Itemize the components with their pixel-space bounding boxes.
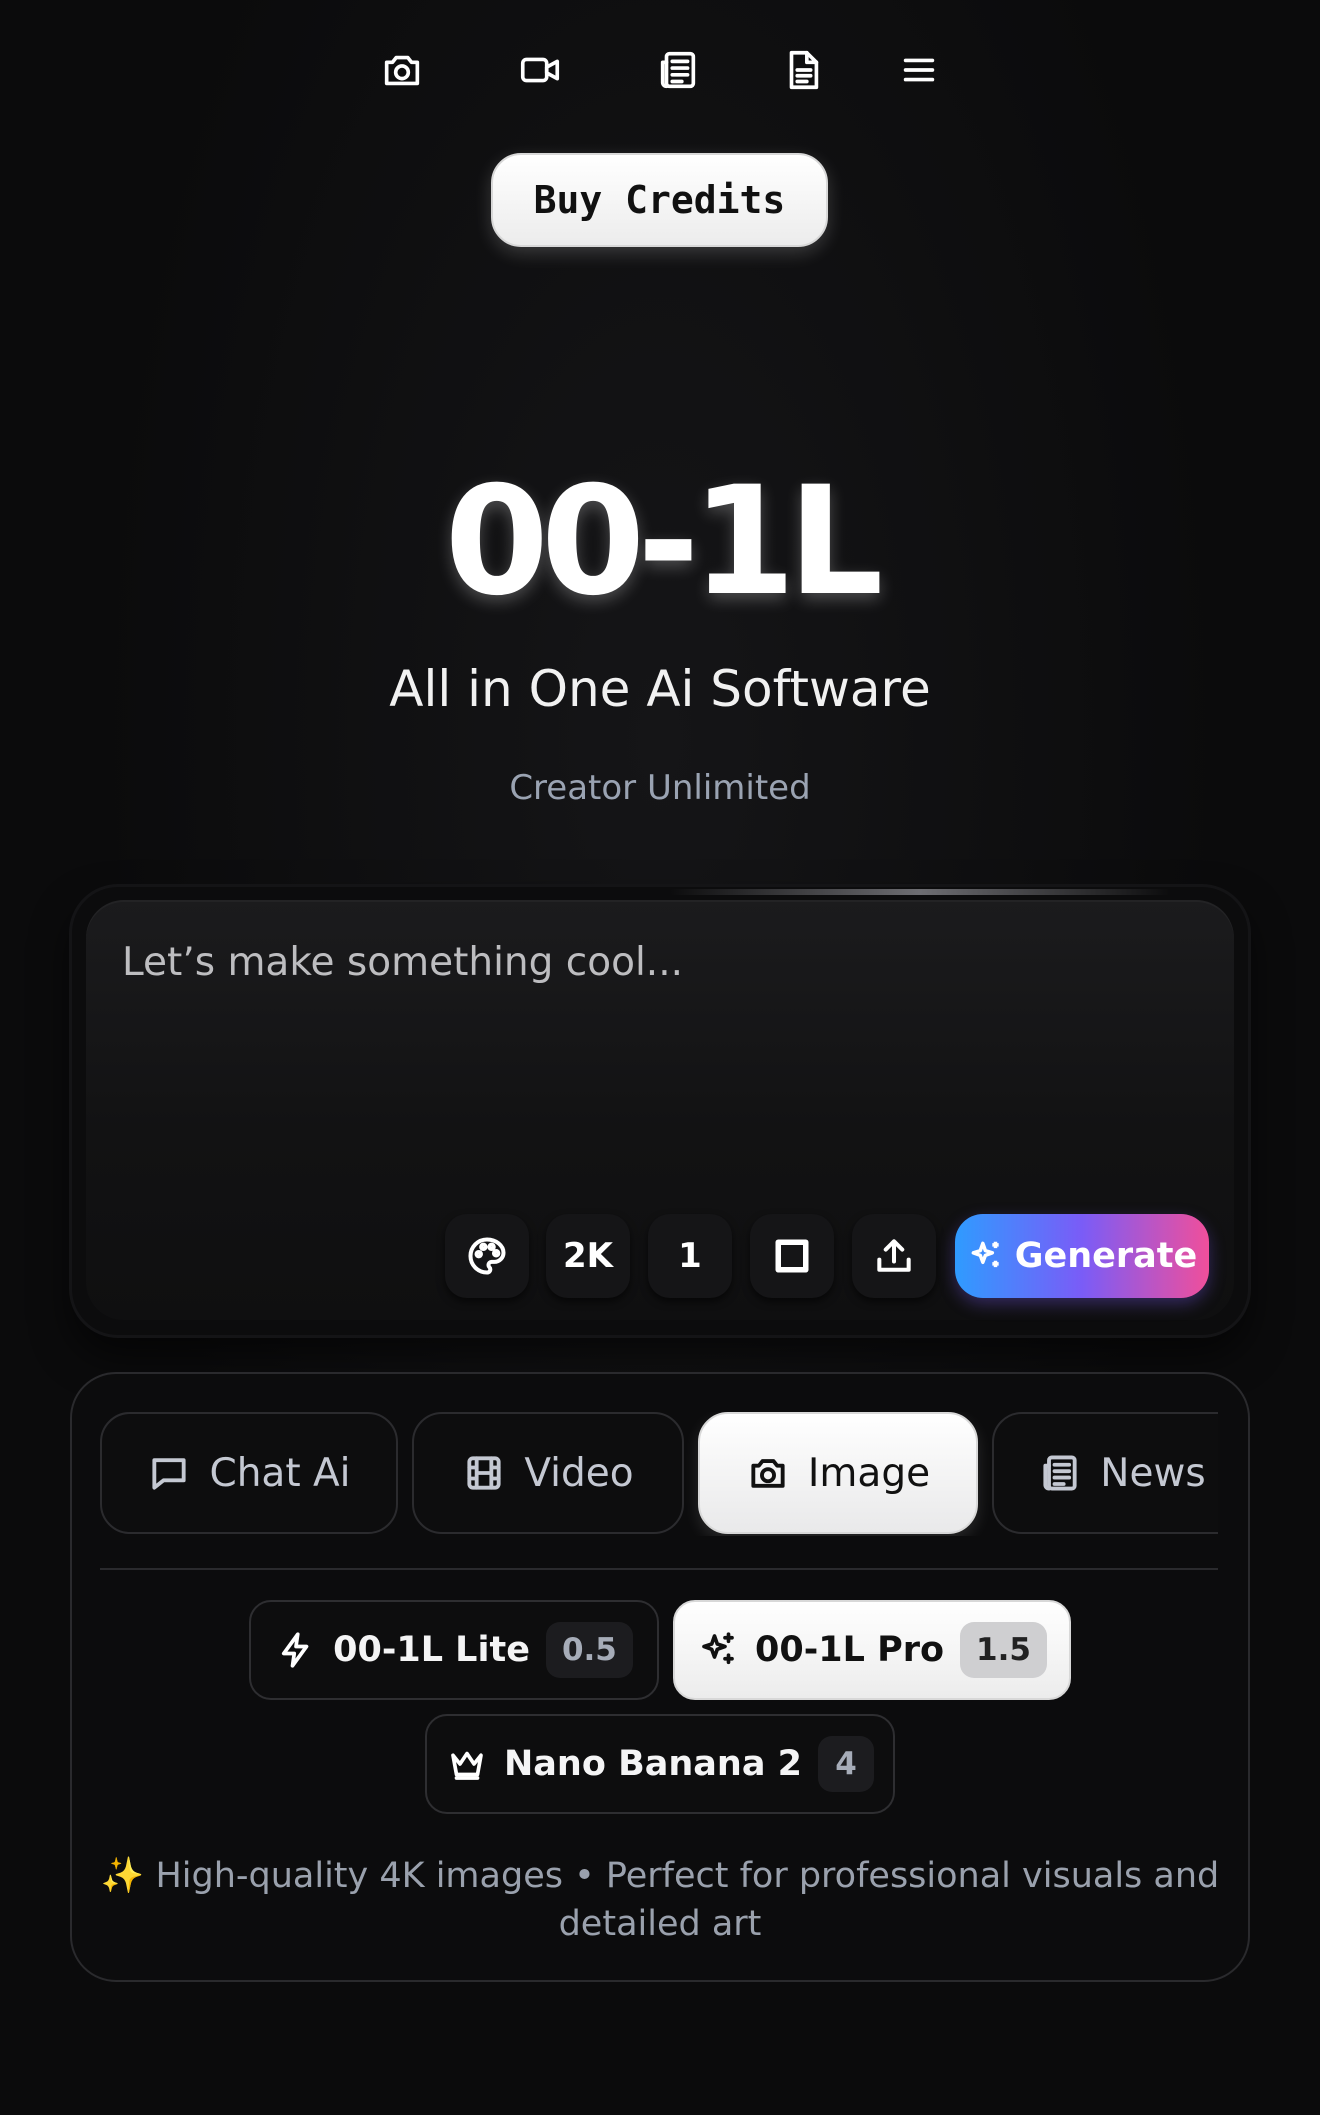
tab-label: News <box>1100 1450 1206 1496</box>
prompt-input[interactable] <box>122 932 1122 992</box>
crown-icon <box>446 1743 488 1785</box>
bolt-icon <box>275 1629 317 1671</box>
panel-divider <box>100 1568 1218 1570</box>
model-nano-banana-button[interactable]: Nano Banana 2 4 <box>425 1714 895 1814</box>
upload-icon <box>872 1234 916 1278</box>
plan-tagline: Creator Unlimited <box>509 768 811 808</box>
model-label: 00-1L Pro <box>755 1630 945 1670</box>
newspaper-icon <box>1038 1451 1082 1495</box>
film-icon <box>462 1451 506 1495</box>
generate-button[interactable]: Generate <box>955 1214 1209 1298</box>
tab-label: Chat Ai <box>209 1450 351 1496</box>
aspect-ratio-button[interactable] <box>750 1214 834 1298</box>
prompt-glow <box>670 889 1170 895</box>
document-icon[interactable] <box>773 40 833 100</box>
model-lite-button[interactable]: 00-1L Lite 0.5 <box>249 1600 659 1700</box>
generate-label: Generate <box>1014 1236 1198 1276</box>
sparkle-icon <box>967 1237 1005 1275</box>
model-label: Nano Banana 2 <box>504 1744 802 1784</box>
tab-image[interactable]: Image <box>698 1412 978 1534</box>
app-subtitle: All in One Ai Software <box>389 660 931 718</box>
credit-cost-badge: 0.5 <box>545 1622 633 1678</box>
tab-label: Video <box>524 1450 634 1496</box>
resolution-button[interactable]: 2K <box>546 1214 630 1298</box>
video-icon[interactable] <box>510 40 570 100</box>
mode-tabs: Chat Ai Video Image News <box>100 1412 1218 1536</box>
square-icon <box>770 1234 814 1278</box>
image-count-button[interactable]: 1 <box>648 1214 732 1298</box>
buy-credits-button[interactable]: Buy Credits <box>491 153 828 247</box>
style-button[interactable] <box>445 1214 529 1298</box>
tab-label: Image <box>807 1450 931 1496</box>
camera-icon[interactable] <box>372 40 432 100</box>
palette-icon <box>465 1234 509 1278</box>
model-label: 00-1L Lite <box>333 1630 530 1670</box>
sparkle-icon <box>697 1629 739 1671</box>
tab-news[interactable]: News <box>992 1412 1218 1534</box>
newspaper-icon[interactable] <box>648 40 708 100</box>
model-description: ✨ High-quality 4K images • Perfect for p… <box>100 1856 1220 1944</box>
top-nav <box>0 40 1320 100</box>
app-title: 00-1L <box>444 455 884 629</box>
tab-chat-ai[interactable]: Chat Ai <box>100 1412 398 1534</box>
credit-cost-badge: 1.5 <box>960 1622 1047 1678</box>
chat-icon <box>147 1451 191 1495</box>
upload-button[interactable] <box>852 1214 936 1298</box>
menu-icon[interactable] <box>889 40 949 100</box>
camera-icon <box>746 1451 790 1495</box>
credit-cost-badge: 4 <box>817 1736 874 1792</box>
tab-video[interactable]: Video <box>412 1412 684 1534</box>
model-pro-button[interactable]: 00-1L Pro 1.5 <box>673 1600 1071 1700</box>
